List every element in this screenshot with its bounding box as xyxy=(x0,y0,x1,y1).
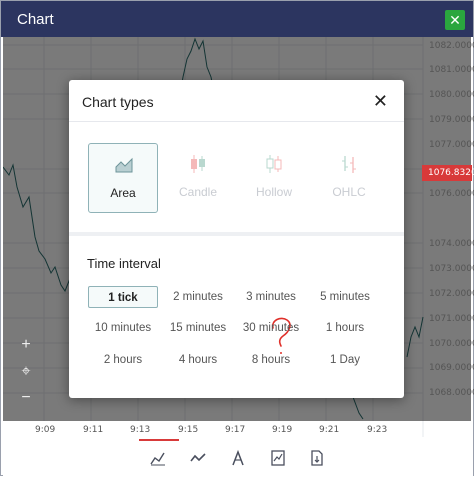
reset-zoom-button[interactable]: ⌖ xyxy=(17,363,35,381)
ohlc-chart-icon xyxy=(342,156,356,173)
studies-icon[interactable] xyxy=(269,449,287,467)
price-axis-label: 1079.0000 xyxy=(429,115,474,125)
area-chart-icon xyxy=(115,157,133,173)
current-price-tag: 1076.8320 xyxy=(422,165,474,181)
time-axis-label: 9:13 xyxy=(130,425,151,435)
price-axis-label: 1070.0000 xyxy=(429,339,474,349)
interval-1-hours[interactable]: 1 hours xyxy=(310,317,380,339)
chart-type-options: Area Candle Hollow OHLC xyxy=(69,124,404,234)
chart-type-ohlc[interactable]: OHLC xyxy=(314,143,384,213)
chart-type-icon[interactable] xyxy=(149,449,167,467)
time-axis-label: 9:21 xyxy=(319,425,340,435)
interval-30-minutes[interactable]: 30 minutes xyxy=(236,317,306,339)
dialog-header: Chart types ✕ xyxy=(69,80,404,122)
price-axis-label: 1073.0000 xyxy=(429,264,474,274)
hollow-candle-icon xyxy=(266,155,282,173)
chart-type-candle[interactable]: Candle xyxy=(163,143,233,213)
chart-type-area[interactable]: Area xyxy=(88,143,158,213)
interval-2-hours[interactable]: 2 hours xyxy=(88,349,158,371)
price-axis-label: 1069.0000 xyxy=(429,363,474,373)
interval-1-tick[interactable]: 1 tick xyxy=(88,286,158,308)
price-axis-label: 1068.0000 xyxy=(429,388,474,398)
price-axis-label: 1072.0000 xyxy=(429,289,474,299)
close-icon[interactable]: ✕ xyxy=(373,92,388,110)
price-axis-label: 1080.0000 xyxy=(429,90,474,100)
time-axis-label: 9:19 xyxy=(272,425,293,435)
chart-type-label: OHLC xyxy=(332,185,366,199)
interval-2-minutes[interactable]: 2 minutes xyxy=(163,286,233,308)
time-axis-label: 9:11 xyxy=(83,425,104,435)
interval-15-minutes[interactable]: 15 minutes xyxy=(163,317,233,339)
price-axis-label: 1071.0000 xyxy=(429,314,474,324)
price-axis-label: 1074.0000 xyxy=(429,239,474,249)
download-icon[interactable] xyxy=(308,449,326,467)
interval-5-minutes[interactable]: 5 minutes xyxy=(310,286,380,308)
time-axis-label: 9:17 xyxy=(225,425,246,435)
interval-10-minutes[interactable]: 10 minutes xyxy=(88,317,158,339)
dialog-title: Chart types xyxy=(82,94,154,110)
price-axis-label: 1082.0000 xyxy=(429,41,474,51)
price-axis-label: 1077.0000 xyxy=(429,140,474,150)
interval-8-hours[interactable]: 8 hours xyxy=(236,349,306,371)
chart-type-hollow[interactable]: Hollow xyxy=(239,143,309,213)
zoom-out-button[interactable]: − xyxy=(17,389,35,407)
window-title: Chart xyxy=(17,11,54,28)
section-divider xyxy=(69,232,404,236)
active-tool-underline xyxy=(139,439,179,441)
chart-types-dialog: Chart types ✕ Area Candle Hollow OHLC Ti… xyxy=(69,80,404,398)
interval-3-minutes[interactable]: 3 minutes xyxy=(236,286,306,308)
price-axis-label: 1076.0000 xyxy=(429,189,474,199)
indicators-icon[interactable] xyxy=(189,449,207,467)
drawing-tools-icon[interactable] xyxy=(229,449,247,467)
interval-1-day[interactable]: 1 Day xyxy=(310,349,380,371)
time-axis-label: 9:15 xyxy=(178,425,199,435)
zoom-in-button[interactable]: + xyxy=(17,336,35,354)
window-titlebar: Chart ✕ xyxy=(1,1,473,37)
interval-4-hours[interactable]: 4 hours xyxy=(163,349,233,371)
time-axis-label: 9:09 xyxy=(35,425,56,435)
price-axis-label: 1081.0000 xyxy=(429,65,474,75)
time-axis-label: 9:23 xyxy=(367,425,388,435)
close-icon[interactable]: ✕ xyxy=(445,10,465,30)
chart-type-label: Area xyxy=(110,186,136,200)
candle-chart-icon xyxy=(191,155,205,173)
time-interval-title: Time interval xyxy=(87,256,161,271)
chart-type-label: Hollow xyxy=(255,185,292,199)
chart-type-label: Candle xyxy=(178,185,218,199)
